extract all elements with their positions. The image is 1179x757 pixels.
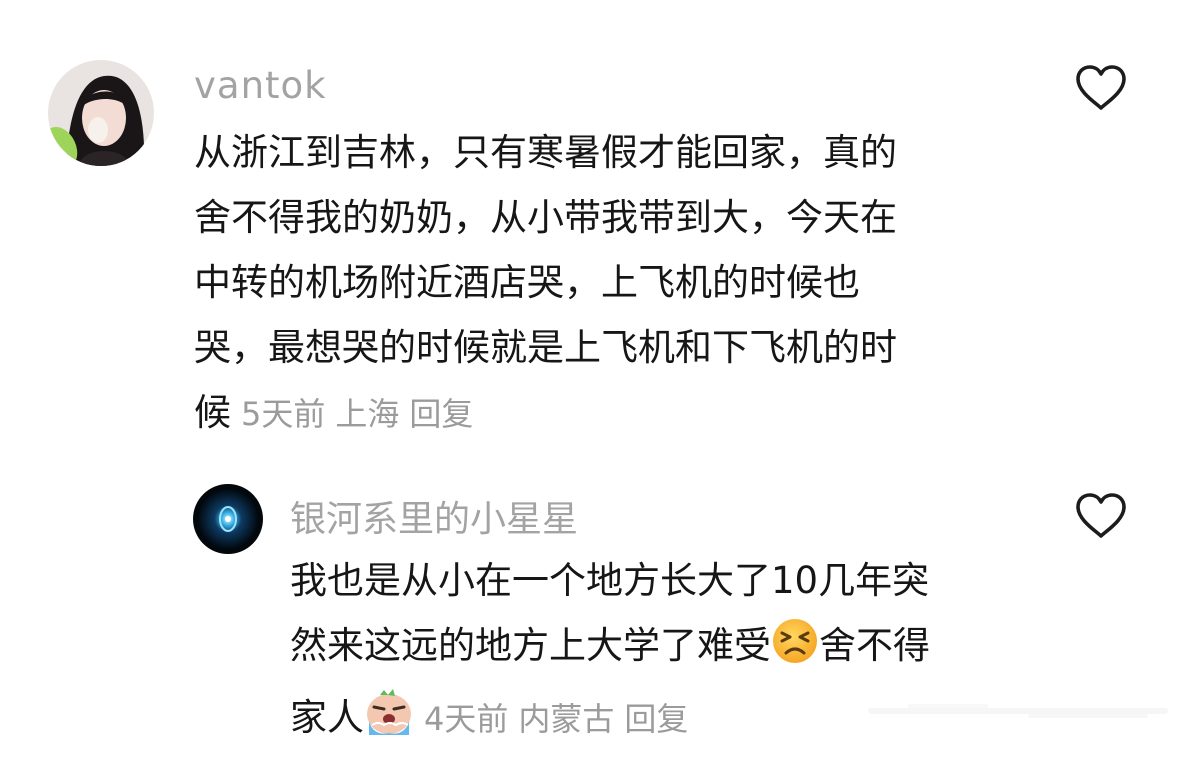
comment-username[interactable]: 银河系里的小星星 [290, 490, 578, 542]
persevering-face-emoji [771, 617, 819, 685]
comment-line: 我也是从小在一个地方长大了10几年突 [290, 559, 930, 602]
comment-line: 舍不得我的奶奶，从小带我带到大，今天在 [194, 196, 897, 239]
comment-meta: 4天前 内蒙古 回复 [424, 700, 698, 738]
heart-outline-icon [1076, 65, 1126, 110]
comment-location: 上海 [335, 395, 400, 433]
comment-line: 从浙江到吉林，只有寒暑假才能回家，真的 [194, 131, 897, 174]
comment-body: 从浙江到吉林，只有寒暑假才能回家，真的 舍不得我的奶奶，从小带我带到大，今天在 … [194, 120, 1014, 447]
crying-face-emoji [364, 687, 414, 757]
comment-item-1: vantok 从浙江到吉林，只有寒暑假才能回家，真的 舍不得我的奶奶，从小带我带… [0, 0, 1179, 460]
comment-username[interactable]: vantok [194, 64, 327, 107]
comment-line: 然来这远的地方上大学了难受 舍不得 [290, 613, 1050, 685]
watermark-graphic [868, 704, 1168, 718]
heart-outline-icon [1076, 493, 1126, 538]
comment-line-text: 候 [194, 391, 231, 434]
comment-line: 哭，最想哭的时候就是上飞机和下飞机的时 [194, 326, 897, 369]
like-button[interactable] [1074, 64, 1128, 112]
comment-line-text: 家人 [290, 696, 364, 739]
comment-time: 5天前 [241, 395, 326, 433]
comment-time: 4天前 [424, 700, 509, 738]
watermark [868, 700, 1168, 722]
avatar-vantok[interactable] [48, 60, 154, 166]
comment-item-2: 银河系里的小星星 我也是从小在一个地方长大了10几年突 然来这远的地方上大学了难… [0, 460, 1179, 739]
like-button[interactable] [1074, 492, 1128, 540]
comment-location: 内蒙古 [518, 700, 615, 738]
reply-button[interactable]: 回复 [624, 700, 688, 738]
comment-meta: 5天前 上海 回复 [241, 395, 483, 433]
comment-line-text: 舍不得 [819, 624, 930, 667]
comment-line-text: 然来这远的地方上大学了难受 [290, 624, 771, 667]
avatar-image [48, 60, 154, 166]
avatar-image [193, 484, 263, 554]
comment-body: 我也是从小在一个地方长大了10几年突 然来这远的地方上大学了难受 舍不得 家人 … [290, 548, 1050, 757]
reply-button[interactable]: 回复 [409, 395, 473, 433]
avatar-galaxy-star[interactable] [193, 484, 263, 554]
comment-line: 中转的机场附近酒店哭，上飞机的时候也 [194, 261, 860, 304]
comment-line-last: 候 5天前 上海 回复 [194, 380, 1014, 447]
